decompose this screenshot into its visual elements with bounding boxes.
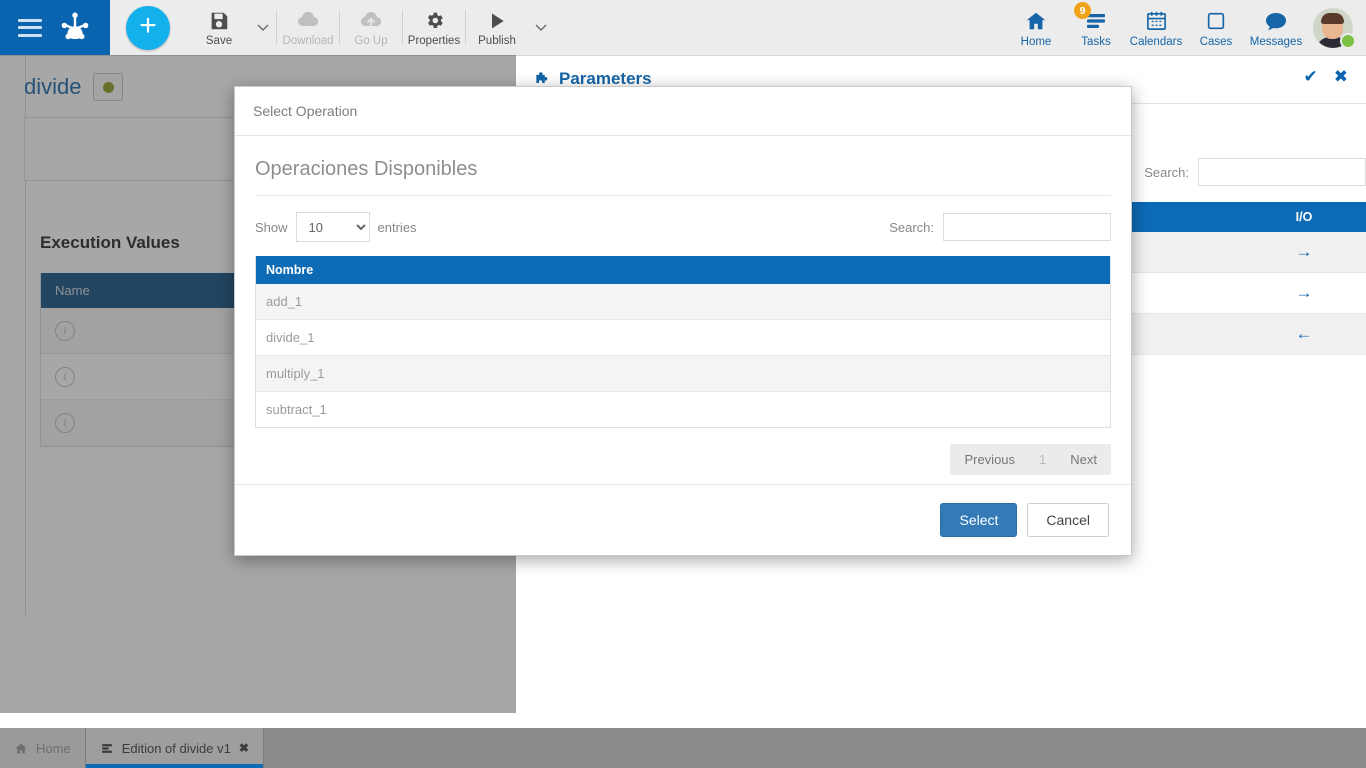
info-icon[interactable]: i [55,412,75,433]
select-operation-dialog: Select Operation Operaciones Disponibles… [234,86,1132,556]
floppy-disk-icon [208,9,230,33]
frog-foot-logo[interactable] [58,11,92,45]
app-root: + Save Download Go Up Properties Publish… [0,0,1366,768]
arrow-right-icon: → [1295,283,1313,302]
add-button[interactable]: + [126,6,170,50]
taskbar-tab-edition-label: Edition of divide v1 [121,740,231,756]
dialog-heading: Operaciones Disponibles [255,154,1111,196]
case-icon [1205,8,1227,34]
nav-home-label: Home [1020,35,1052,48]
pagination-next[interactable]: Next [1056,444,1111,475]
nav-cases-label: Cases [1199,35,1233,48]
list-item[interactable]: subtract_1 [256,392,1110,427]
nav-messages[interactable]: Messages [1246,0,1306,55]
download-button-label: Download [282,34,334,47]
dialog-search: Search: [889,213,1111,241]
dialog-title: Select Operation [253,103,358,119]
pagination-page-1[interactable]: 1 [1029,444,1056,475]
pagination: Previous 1 Next [255,444,1111,475]
download-button[interactable]: Download [277,0,339,55]
cancel-button[interactable]: Cancel [1027,503,1109,537]
list-item[interactable]: multiply_1 [256,356,1110,392]
brand-area [0,0,110,55]
execution-values-title: Execution Values [40,233,180,252]
taskbar-tab-home-label: Home [36,740,71,756]
save-button-label: Save [205,34,233,47]
entries-label: entries [377,219,417,235]
list-item[interactable]: add_1 [256,284,1110,320]
save-dropdown-caret[interactable] [250,0,276,55]
nav-calendars-label: Calendars [1129,35,1183,48]
close-icon[interactable]: ✖ [1334,67,1348,87]
add-button-label: + [139,9,157,42]
main-toolbar: + Save Download Go Up Properties Publish… [0,0,1366,56]
puzzle-piece-icon [536,71,548,83]
hamburger-icon[interactable] [18,18,42,37]
operations-table: Nombre add_1 divide_1 multiply_1 subtrac… [255,256,1111,428]
calendar-icon [1145,8,1168,34]
nav-calendars[interactable]: Calendars [1126,0,1186,55]
info-icon[interactable]: i [55,320,75,341]
publish-dropdown-caret[interactable] [528,0,554,55]
object-header: divide [24,73,124,101]
publish-button-label: Publish [478,34,516,47]
chat-bubble-icon [1264,8,1288,34]
dialog-body: Operaciones Disponibles Show 10 25 50 10… [235,136,1131,475]
dialog-footer: Select Cancel [235,484,1131,555]
parameters-search-input[interactable] [1198,158,1366,186]
home-icon [15,743,27,753]
page-size-select[interactable]: 10 25 50 100 [295,212,370,242]
pagination-previous[interactable]: Previous [950,444,1029,475]
avatar[interactable] [1306,0,1360,55]
arrow-left-icon: ← [1295,324,1313,343]
properties-button[interactable]: Properties [403,0,465,55]
page-length-control: Show 10 25 50 100 entries [255,212,417,242]
operations-table-header: Nombre [256,256,1110,284]
cloud-download-icon [296,9,320,33]
column-io: I/O [1295,210,1313,224]
info-icon[interactable]: i [55,366,75,387]
nav-tasks[interactable]: 9 Tasks [1066,0,1126,55]
play-icon [487,9,507,33]
properties-button-label: Properties [407,34,461,47]
nav-cases[interactable]: Cases [1186,0,1246,55]
go-up-button[interactable]: Go Up [340,0,402,55]
presence-dot [1340,33,1356,49]
gear-icon [424,9,445,33]
parameters-search-label: Search: [1144,164,1189,180]
taskbar: Home Edition of divide v1 ✖ [0,728,1366,768]
save-button[interactable]: Save [188,0,250,55]
cloud-upload-icon [359,9,383,33]
parameters-actions: ✔ ✖ [1304,67,1349,87]
layers-icon [101,743,112,753]
show-label: Show [255,219,288,235]
arrow-right-icon: → [1295,242,1313,261]
status-badge [93,73,124,101]
toolbar-right-actions: Home 9 Tasks Calendars Cases Messages [1006,0,1360,55]
nav-messages-label: Messages [1249,35,1303,48]
home-icon [1024,8,1048,34]
go-up-button-label: Go Up [354,34,388,47]
taskbar-tab-edition[interactable]: Edition of divide v1 ✖ [85,728,264,768]
select-button[interactable]: Select [940,503,1018,537]
taskbar-tab-home[interactable]: Home [0,728,86,768]
toolbar-actions: Save Download Go Up Properties Publish [188,0,554,55]
publish-button[interactable]: Publish [466,0,528,55]
dialog-search-label: Search: [889,219,934,235]
parameters-search: Search: [1144,158,1366,186]
page-title: divide [24,74,82,99]
datatable-controls: Show 10 25 50 100 entries Search: [255,212,1111,242]
close-icon[interactable]: ✖ [239,741,249,755]
check-icon[interactable]: ✔ [1304,67,1318,87]
nav-home[interactable]: Home [1006,0,1066,55]
nav-tasks-label: Tasks [1081,35,1111,48]
taskbar-empty-area [263,728,1366,768]
dialog-search-input[interactable] [943,213,1111,241]
tasks-badge: 9 [1074,2,1091,19]
list-item[interactable]: divide_1 [256,320,1110,356]
dialog-titlebar: Select Operation [235,87,1131,136]
